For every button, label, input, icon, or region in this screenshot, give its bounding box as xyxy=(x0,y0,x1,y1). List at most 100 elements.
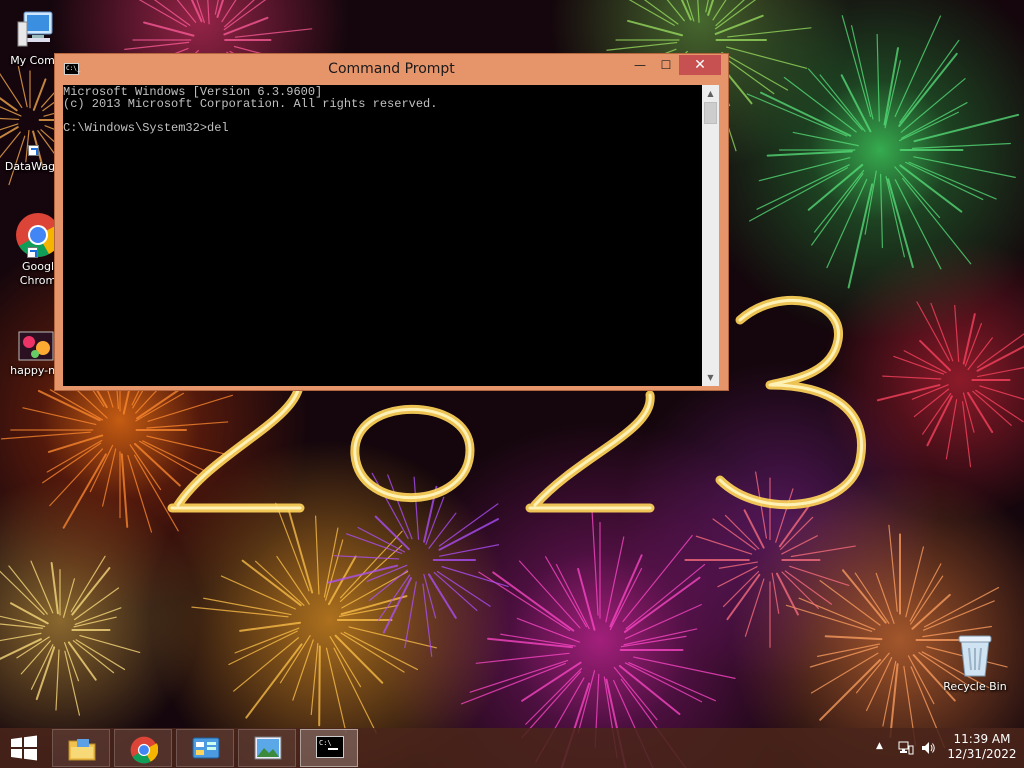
start-button[interactable] xyxy=(8,734,40,762)
system-tray: ▲ xyxy=(872,728,944,768)
firework-streak xyxy=(811,173,864,246)
firework-streak xyxy=(819,74,866,132)
taskbar-chrome[interactable] xyxy=(114,729,172,767)
firework-streak xyxy=(314,515,320,595)
firework-streak xyxy=(475,652,570,664)
firework-streak xyxy=(911,142,1011,149)
firework-streak xyxy=(255,560,305,606)
firework-streak xyxy=(70,555,106,613)
firework-streak xyxy=(758,157,851,182)
firework-streak xyxy=(17,66,28,108)
firework-streak xyxy=(888,524,898,612)
close-button[interactable]: ✕ xyxy=(679,55,721,75)
firework-streak xyxy=(760,91,852,137)
taskbar-clock[interactable]: 11:39 AM 12/31/2022 xyxy=(946,732,1018,762)
firework-streak xyxy=(340,632,405,673)
firework-streak xyxy=(147,394,233,422)
chrome-icon xyxy=(130,736,159,768)
firework-streak xyxy=(143,21,195,37)
firework-streak xyxy=(979,385,1024,400)
console-prompt-line: C:\Windows\System32>del xyxy=(63,121,229,135)
firework-streak xyxy=(884,60,901,129)
vertical-scrollbar[interactable]: ▲ ▼ xyxy=(702,85,719,386)
firework-streak xyxy=(239,621,302,632)
firework-streak xyxy=(325,647,347,734)
firework-streak xyxy=(374,515,410,551)
firework-streak xyxy=(577,670,596,734)
firework-streak xyxy=(0,570,45,616)
firework-streak xyxy=(781,535,818,555)
scroll-down-arrow-icon[interactable]: ▼ xyxy=(702,369,719,386)
firework-streak xyxy=(817,643,881,657)
show-hidden-icons-icon[interactable]: ▲ xyxy=(876,741,883,751)
firework-streak xyxy=(695,535,753,555)
firework-streak xyxy=(851,25,874,120)
control-panel-icon xyxy=(192,736,220,766)
firework-streak xyxy=(798,597,876,631)
desktop-icon-label: DataWag xyxy=(4,160,56,173)
firework-streak xyxy=(234,627,300,654)
firework-streak xyxy=(279,635,311,684)
firework-streak xyxy=(214,0,219,15)
firework-streak xyxy=(146,435,229,456)
firework-streak xyxy=(216,0,225,18)
firework-streak xyxy=(875,572,895,624)
firework-streak xyxy=(129,444,162,491)
firework-streak xyxy=(954,304,960,362)
firework-streak xyxy=(37,389,101,422)
firework-streak xyxy=(0,117,20,121)
minimize-button[interactable]: — xyxy=(627,55,653,75)
firework-streak xyxy=(75,639,126,671)
firework-streak xyxy=(89,444,114,493)
network-icon[interactable] xyxy=(898,740,914,760)
firework-streak xyxy=(628,662,716,702)
firework-streak xyxy=(902,177,972,265)
firework-streak xyxy=(627,19,684,37)
scroll-up-arrow-icon[interactable]: ▲ xyxy=(702,85,719,102)
firework-streak xyxy=(133,454,179,532)
command-prompt-window[interactable]: C:\_ Command Prompt — ☐ ✕ Microsoft Wind… xyxy=(54,53,729,391)
firework-streak xyxy=(903,350,947,374)
scroll-thumb[interactable] xyxy=(704,102,717,124)
firework-streak xyxy=(945,399,958,460)
firework-streak xyxy=(809,646,879,668)
firework-streak xyxy=(146,421,229,429)
firework-streak xyxy=(746,93,848,137)
firework-streak xyxy=(905,546,925,618)
firework-streak xyxy=(898,52,958,127)
clock-time: 11:39 AM xyxy=(953,732,1011,746)
console-output[interactable]: Microsoft Windows [Version 6.3.9600] (c)… xyxy=(63,85,702,386)
computer-icon xyxy=(16,8,56,52)
firework-streak xyxy=(142,440,212,475)
clock-date: 12/31/2022 xyxy=(947,747,1017,761)
maximize-button[interactable]: ☐ xyxy=(653,55,679,75)
firework-streak xyxy=(310,643,319,716)
firework-streak xyxy=(327,564,399,584)
taskbar-control-panel[interactable] xyxy=(176,729,234,767)
firework-streak xyxy=(333,647,377,734)
firework-streak xyxy=(854,572,890,624)
firework-streak xyxy=(49,448,104,507)
firework-streak xyxy=(124,41,190,50)
taskbar-file-explorer[interactable] xyxy=(52,729,110,767)
taskbar-photos[interactable] xyxy=(238,729,296,767)
volume-icon[interactable] xyxy=(920,740,936,760)
firework-streak xyxy=(0,431,91,440)
firework-streak xyxy=(727,27,812,38)
firework-streak xyxy=(74,607,122,626)
firework-streak xyxy=(887,178,914,268)
firework-streak xyxy=(766,150,853,157)
taskbar-command-prompt[interactable]: C:\ xyxy=(300,729,358,767)
firework-streak xyxy=(609,554,643,628)
title-bar[interactable]: C:\_ Command Prompt — ☐ ✕ xyxy=(55,54,728,84)
firework-streak xyxy=(717,566,758,588)
image-file-icon xyxy=(17,330,55,362)
command-prompt-icon: C:\ xyxy=(316,736,344,762)
firework-streak xyxy=(819,658,882,721)
firework-streak xyxy=(643,0,679,25)
firework-streak xyxy=(783,76,857,133)
firework-streak xyxy=(908,161,997,200)
firework-streak xyxy=(0,123,19,131)
desktop-icon-recycle-bin[interactable]: Recycle Bin xyxy=(938,632,1012,694)
firework-streak xyxy=(901,102,968,139)
